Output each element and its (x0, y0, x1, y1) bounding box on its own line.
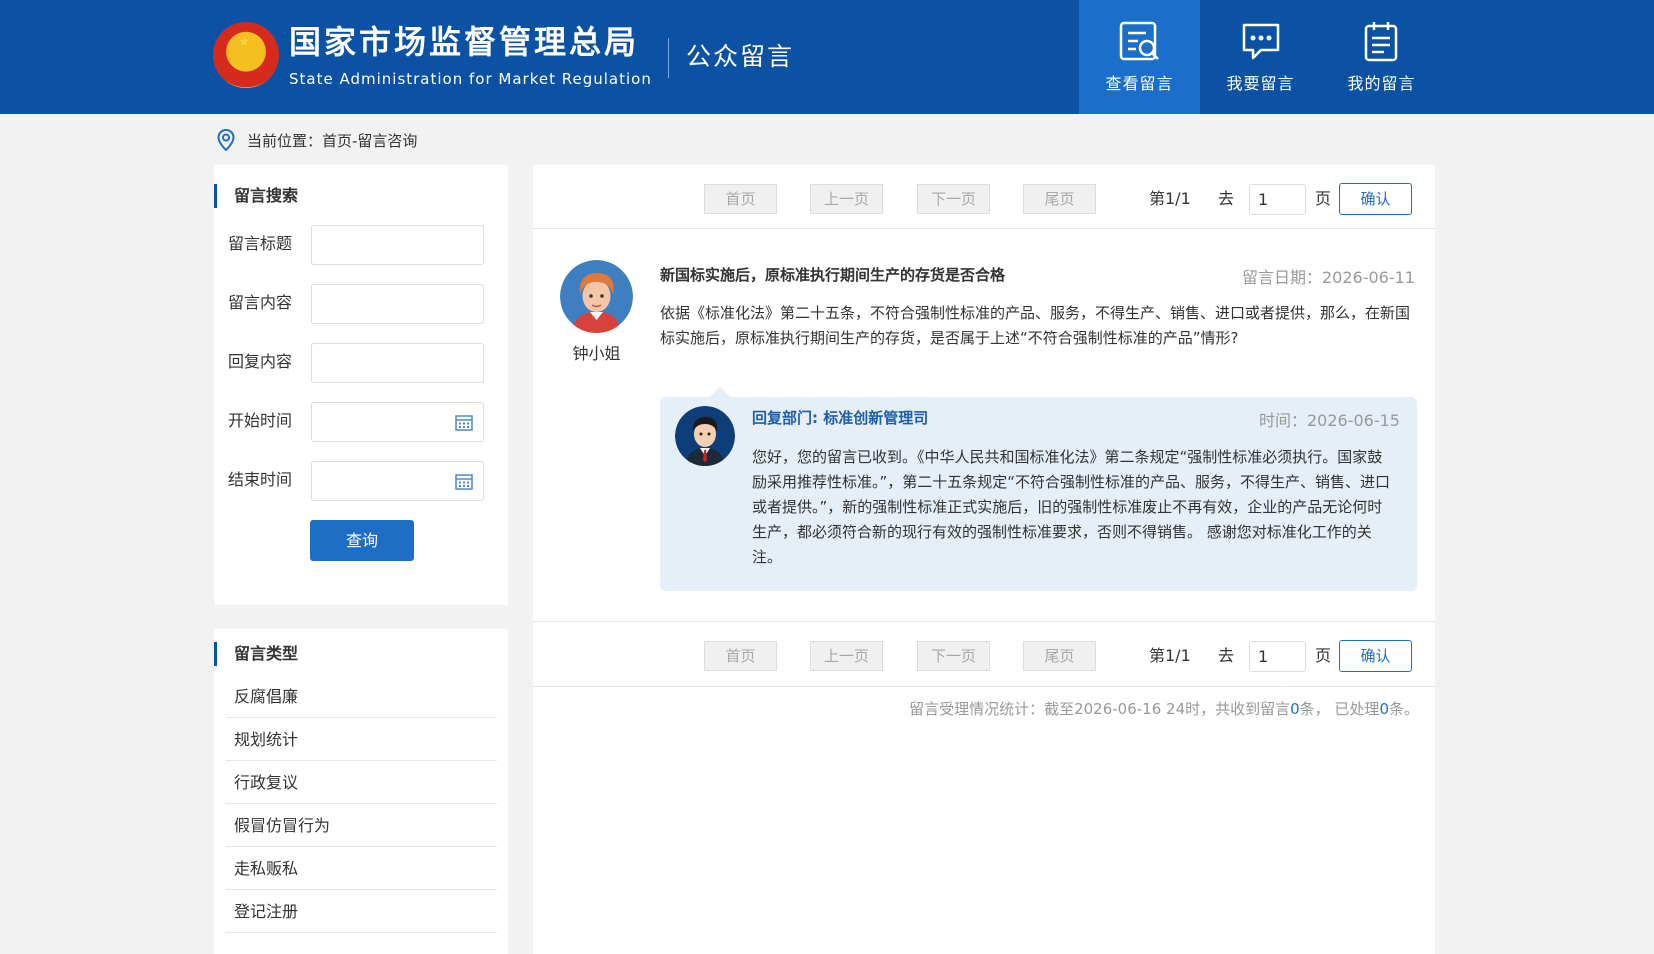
nav-my-messages[interactable]: 我的留言 (1321, 0, 1442, 114)
confirm-page-button[interactable]: 确认 (1339, 640, 1412, 672)
reply-time: 时间：2026-06-15 (1259, 411, 1400, 430)
nav-label: 我要留言 (1226, 74, 1295, 93)
stats-suffix: 条。 (1388, 700, 1419, 718)
reply-department: 回复部门: 标准创新管理司 (752, 409, 929, 427)
page-info: 第1/1 (1149, 189, 1191, 208)
nav-label: 查看留言 (1105, 74, 1174, 93)
page-number-input[interactable]: 1 (1249, 641, 1306, 672)
message-statistics: 留言受理情况统计：截至2026-06-16 24时，共收到留言0条， 已处理0条… (909, 698, 1419, 719)
nav-label: 我的留言 (1347, 74, 1416, 93)
author-avatar-icon (560, 260, 633, 333)
goto-label: 去 (1218, 646, 1235, 665)
type-item-anticorruption[interactable]: 反腐倡廉 (226, 675, 497, 718)
view-messages-icon (1119, 21, 1159, 61)
reply-box: 回复部门: 标准创新管理司 时间：2026-06-15 您好，您的留言已收到。《… (660, 387, 1417, 591)
stats-mid: 条， 已处理 (1299, 700, 1380, 718)
divider (533, 228, 1435, 229)
page-unit-label: 页 (1315, 189, 1332, 208)
page-unit-label: 页 (1315, 646, 1332, 665)
message-types-panel: 留言类型 反腐倡廉 规划统计 行政复议 假冒仿冒行为 走私贩私 登记注册 (214, 629, 508, 954)
reply-arrow (710, 387, 730, 397)
start-date-label: 开始时间 (228, 411, 293, 430)
site-header: ★ 国家市场监督管理总局 State Administration for Ma… (0, 0, 1654, 114)
types-panel-title: 留言类型 (214, 642, 298, 666)
national-emblem-logo: ★ (213, 22, 279, 88)
breadcrumb-text: 当前位置：首页-留言咨询 (247, 131, 418, 150)
received-count: 0 (1290, 700, 1300, 718)
reply-search-input[interactable] (311, 343, 484, 383)
author-name: 钟小姐 (572, 344, 621, 363)
stats-prefix: 留言受理情况统计：截至2026-06-16 24时，共收到留言 (909, 700, 1291, 718)
last-page-button[interactable]: 尾页 (1023, 184, 1096, 214)
type-item-planning-statistics[interactable]: 规划统计 (226, 718, 497, 761)
org-name-en: State Administration for Market Regulati… (289, 70, 652, 88)
content-field-label: 留言内容 (228, 293, 293, 312)
nav-post-message[interactable]: 我要留言 (1200, 0, 1321, 114)
title-search-input[interactable] (311, 225, 484, 265)
pager-bottom: 首页 上一页 下一页 尾页 第1/1 去 1 页 确认 (533, 622, 1435, 686)
message-date: 留言日期：2026-06-11 (1242, 268, 1415, 287)
page-number-input[interactable]: 1 (1249, 184, 1306, 215)
processed-count: 0 (1379, 700, 1389, 718)
pager-top: 首页 上一页 下一页 尾页 第1/1 去 1 页 确认 (533, 165, 1435, 229)
clipboard-icon (1364, 22, 1398, 62)
message-list-panel: 首页 上一页 下一页 尾页 第1/1 去 1 页 确认 钟小姐 新国标实施后，原… (533, 165, 1435, 954)
end-date-input[interactable] (311, 461, 484, 501)
reply-field-label: 回复内容 (228, 352, 293, 371)
next-page-button[interactable]: 下一页 (917, 641, 990, 671)
page-info: 第1/1 (1149, 646, 1191, 665)
type-item-administrative-review[interactable]: 行政复议 (226, 761, 497, 804)
header-divider (668, 38, 669, 78)
official-avatar-icon (675, 406, 735, 466)
reply-body: 您好，您的留言已收到。《中华人民共和国标准化法》第二条规定“强制性标准必须执行。… (752, 448, 1391, 566)
title-field-label: 留言标题 (228, 234, 293, 253)
org-name-cn: 国家市场监督管理总局 (289, 23, 640, 61)
search-panel: 留言搜索 留言标题 留言内容 回复内容 开始时间 结束时间 查询 (214, 165, 508, 605)
type-item-smuggling[interactable]: 走私贩私 (226, 847, 497, 890)
chat-bubble-icon (1242, 23, 1280, 60)
first-page-button[interactable]: 首页 (704, 641, 777, 671)
reply-dept-avatar (675, 406, 735, 466)
goto-label: 去 (1218, 189, 1235, 208)
next-page-button[interactable]: 下一页 (917, 184, 990, 214)
last-page-button[interactable]: 尾页 (1023, 641, 1096, 671)
calendar-icon[interactable] (455, 473, 473, 490)
divider (533, 686, 1435, 687)
message-body: 依据《标准化法》第二十五条，不符合强制性标准的产品、服务，不得生产、销售、进口或… (660, 304, 1411, 347)
type-item-registration[interactable]: 登记注册 (226, 890, 497, 933)
start-date-input[interactable] (311, 402, 484, 442)
location-pin-icon (217, 129, 235, 151)
search-panel-title: 留言搜索 (214, 184, 298, 208)
end-date-label: 结束时间 (228, 470, 293, 489)
search-button[interactable]: 查询 (310, 520, 414, 561)
section-title: 公众留言 (686, 42, 795, 71)
prev-page-button[interactable]: 上一页 (810, 184, 883, 214)
type-item-counterfeiting[interactable]: 假冒仿冒行为 (226, 804, 497, 847)
first-page-button[interactable]: 首页 (704, 184, 777, 214)
breadcrumb: 当前位置：首页-留言咨询 (217, 128, 417, 152)
author-avatar (560, 260, 633, 333)
message-title[interactable]: 新国标实施后，原标准执行期间生产的存货是否合格 (660, 264, 1005, 285)
prev-page-button[interactable]: 上一页 (810, 641, 883, 671)
nav-view-messages[interactable]: 查看留言 (1079, 0, 1200, 114)
calendar-icon[interactable] (455, 414, 473, 431)
content-search-input[interactable] (311, 284, 484, 324)
confirm-page-button[interactable]: 确认 (1339, 183, 1412, 215)
